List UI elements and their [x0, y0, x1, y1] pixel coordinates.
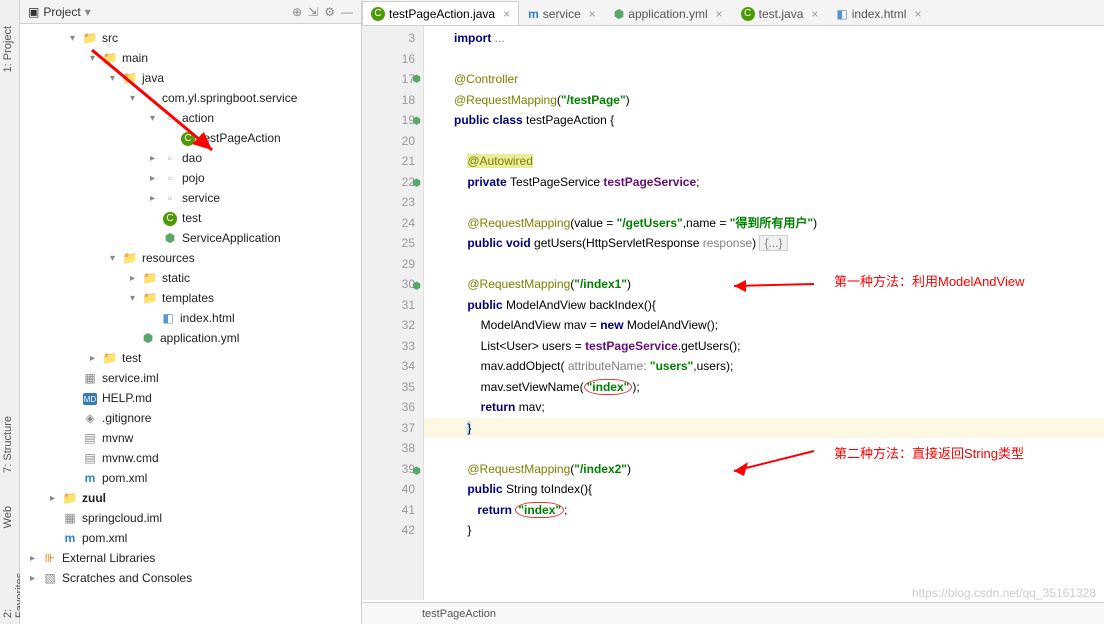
- tree-node-test2[interactable]: ▸📁test: [20, 348, 361, 368]
- tree-node-mvnwcmd[interactable]: ▤mvnw.cmd: [20, 448, 361, 468]
- tree-node-service[interactable]: ▸▫service: [20, 188, 361, 208]
- spring-bean-icon[interactable]: ⬢: [412, 462, 421, 483]
- tree-node-java[interactable]: ▾📁java: [20, 68, 361, 88]
- tree-node-test[interactable]: Ctest: [20, 208, 361, 228]
- tree-node-pojo[interactable]: ▸▫pojo: [20, 168, 361, 188]
- project-panel-header: ▣ Project ▾ ⊕ ⇲ ⚙ —: [20, 0, 361, 24]
- tree-node-static[interactable]: ▸📁static: [20, 268, 361, 288]
- tree-node-serviceiml[interactable]: ▦service.iml: [20, 368, 361, 388]
- locate-icon[interactable]: ⊕: [292, 5, 302, 19]
- maven-icon: m: [528, 7, 539, 21]
- tree-node-gitignore[interactable]: ◈.gitignore: [20, 408, 361, 428]
- tree-node-serviceapp[interactable]: ⬢ServiceApplication: [20, 228, 361, 248]
- tree-node-resources[interactable]: ▾📁resources: [20, 248, 361, 268]
- tab-applicationyml[interactable]: ⬢application.yml×: [605, 1, 732, 25]
- dropdown-icon[interactable]: ▾: [85, 5, 91, 19]
- tree-node-dao[interactable]: ▸▫dao: [20, 148, 361, 168]
- close-icon[interactable]: ×: [811, 7, 818, 21]
- breadcrumb[interactable]: testPageAction: [362, 602, 1104, 624]
- code-editor[interactable]: 3 16 17 18 19 20 21 22 23 24 25 29 30 31…: [362, 26, 1104, 600]
- watermark: https://blog.csdn.net/qq_35161328: [912, 586, 1096, 600]
- tree-node-external-libs[interactable]: ▸⊪External Libraries: [20, 548, 361, 568]
- tree-node-helpmd[interactable]: MDHELP.md: [20, 388, 361, 408]
- spring-bean-icon[interactable]: ⬢: [412, 112, 421, 133]
- toolwindow-project-tab[interactable]: 1: Project: [0, 20, 16, 78]
- project-title: Project: [43, 5, 80, 19]
- spring-bean-icon[interactable]: ⬢: [412, 70, 421, 91]
- tree-node-zuul[interactable]: ▸📁zuul: [20, 488, 361, 508]
- tree-node-indexhtml[interactable]: ◧index.html: [20, 308, 361, 328]
- project-panel: ▣ Project ▾ ⊕ ⇲ ⚙ — ▾📁src ▾📁main ▾📁java …: [20, 0, 362, 624]
- tree-node-templates[interactable]: ▾📁templates: [20, 288, 361, 308]
- gear-icon[interactable]: ⚙: [324, 5, 335, 19]
- yml-icon: ⬢: [614, 7, 624, 21]
- hide-icon[interactable]: —: [341, 5, 353, 19]
- tree-node-appyml[interactable]: ⬢application.yml: [20, 328, 361, 348]
- java-class-icon: C: [371, 7, 385, 21]
- tree-node-main[interactable]: ▾📁main: [20, 48, 361, 68]
- close-icon[interactable]: ×: [503, 7, 510, 21]
- toolwindow-structure-tab[interactable]: 7: Structure: [0, 410, 16, 479]
- tab-test[interactable]: Ctest.java×: [732, 1, 828, 25]
- toolwindow-web-tab[interactable]: Web: [0, 500, 16, 534]
- close-icon[interactable]: ×: [914, 7, 921, 21]
- tree-node-src[interactable]: ▾📁src: [20, 28, 361, 48]
- collapse-icon[interactable]: ⇲: [308, 5, 318, 19]
- close-icon[interactable]: ×: [589, 7, 596, 21]
- left-toolbar: 1: Project 7: Structure Web 2: Favorites: [0, 0, 20, 624]
- tab-service[interactable]: mservice×: [519, 1, 605, 25]
- gutter: 3 16 17 18 19 20 21 22 23 24 25 29 30 31…: [362, 26, 424, 600]
- tree-node-action[interactable]: ▾▫action: [20, 108, 361, 128]
- tree-node-springcloudiml[interactable]: ▦springcloud.iml: [20, 508, 361, 528]
- close-icon[interactable]: ×: [716, 7, 723, 21]
- spring-bean-icon[interactable]: ⬢: [412, 277, 421, 298]
- java-class-icon: C: [741, 7, 755, 21]
- tree-node-pom[interactable]: mpom.xml: [20, 468, 361, 488]
- editor-tabs-bar: CtestPageAction.java× mservice× ⬢applica…: [362, 0, 1104, 26]
- project-tree[interactable]: ▾📁src ▾📁main ▾📁java ▾▫com.yl.springboot.…: [20, 24, 361, 624]
- html-icon: ◧: [836, 7, 847, 21]
- editor-area: CtestPageAction.java× mservice× ⬢applica…: [362, 0, 1104, 624]
- code-body[interactable]: import ... @Controller @RequestMapping("…: [424, 26, 1104, 600]
- tab-testpageaction[interactable]: CtestPageAction.java×: [362, 1, 519, 25]
- tree-node-pom2[interactable]: mpom.xml: [20, 528, 361, 548]
- tab-indexhtml[interactable]: ◧index.html×: [827, 1, 930, 25]
- tree-node-package[interactable]: ▾▫com.yl.springboot.service: [20, 88, 361, 108]
- tree-node-scratches[interactable]: ▸▧Scratches and Consoles: [20, 568, 361, 588]
- spring-bean-icon[interactable]: ⬢: [412, 174, 421, 195]
- project-icon: ▣: [28, 5, 39, 19]
- tree-node-mvnw[interactable]: ▤mvnw: [20, 428, 361, 448]
- tree-node-testpageaction[interactable]: CtestPageAction: [20, 128, 361, 148]
